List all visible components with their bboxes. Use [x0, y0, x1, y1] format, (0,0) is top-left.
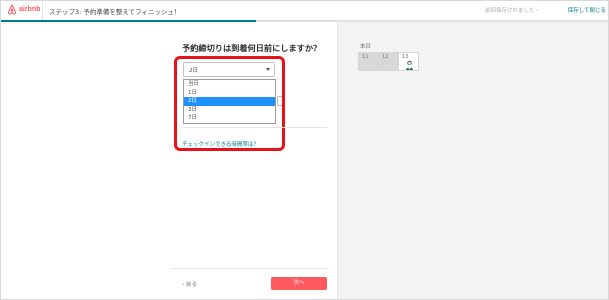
calendar-today-label: 本日 [360, 44, 372, 50]
step-title: ステップ3: 予約準備を整えてフィニッシュ！ [49, 8, 181, 16]
section-divider [182, 127, 327, 128]
calendar-day-number: 11 [362, 54, 369, 60]
header: airbnb ステップ3: 予約準備を整えてフィニッシュ！ 前回保存されました・… [1, 1, 608, 21]
calendar-day[interactable]: 12 [378, 52, 399, 71]
page-title: 予約締切りは到着何日前にしますか？ [182, 43, 322, 53]
form-panel: 予約締切りは到着何日前にしますか？ 2日 当日 1日 2日 3日 7日 チェック… [1, 22, 337, 299]
avatar-icon [406, 60, 413, 70]
airbnb-logo[interactable]: airbnb [7, 4, 40, 15]
highlight-annotation [174, 56, 285, 151]
airbnb-logo-icon [7, 4, 17, 15]
calendar-day[interactable]: 11 [358, 52, 379, 71]
header-divider [42, 1, 43, 20]
save-and-close-link[interactable]: 保存して閉じる [568, 6, 606, 14]
save-status: 前回保存されました・ [484, 8, 540, 14]
calendar-preview: 本日 11 12 13 [337, 22, 608, 299]
calendar-day-number: 12 [382, 54, 389, 60]
back-button[interactable]: ‹ 戻る [182, 280, 197, 288]
checkin-time-link[interactable]: チェックインできる時間帯は？ [182, 140, 259, 148]
logo-text: airbnb [19, 6, 41, 13]
calendar-day-today[interactable]: 13 [398, 52, 419, 71]
footer-divider [171, 268, 329, 269]
app-window: airbnb ステップ3: 予約準備を整えてフィニッシュ！ 前回保存されました・… [0, 0, 609, 300]
next-button[interactable]: 次へ [271, 277, 327, 290]
